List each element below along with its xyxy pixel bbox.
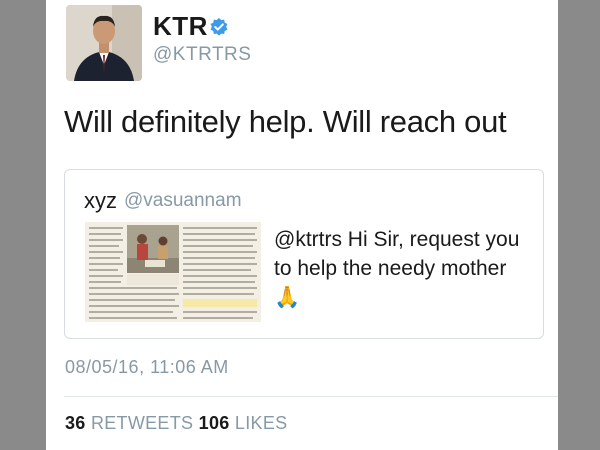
quoted-tweet[interactable]: xyz @vasuannam @ktrtrs Hi Sir, request y…	[64, 169, 544, 339]
newspaper-clipping-image[interactable]	[85, 222, 261, 322]
likes-count[interactable]: 106	[199, 413, 230, 433]
quoted-author-handle: @vasuannam	[124, 190, 242, 211]
quoted-author-name: xyz	[84, 188, 117, 213]
quoted-tweet-text: @ktrtrs Hi Sir, request you to help the …	[274, 228, 520, 309]
retweets-count[interactable]: 36	[65, 413, 86, 433]
retweets-label[interactable]: RETWEETS	[91, 413, 193, 433]
tweet-timestamp[interactable]: 08/05/16, 11:06 AM	[65, 357, 229, 378]
author-avatar[interactable]	[66, 5, 142, 81]
author-name[interactable]: KTR	[153, 11, 208, 42]
tweet-text: Will definitely help. Will reach out	[64, 104, 507, 139]
engagement-stats: 36 RETWEETS 106 LIKES	[65, 413, 287, 434]
author-handle[interactable]: @KTRTRS	[153, 44, 251, 66]
verified-badge-icon	[210, 18, 228, 36]
stats-divider	[64, 396, 558, 397]
likes-label[interactable]: LIKES	[235, 413, 288, 433]
tweet-card: KTR @KTRTRS Will definitely help. Will r…	[46, 0, 558, 450]
